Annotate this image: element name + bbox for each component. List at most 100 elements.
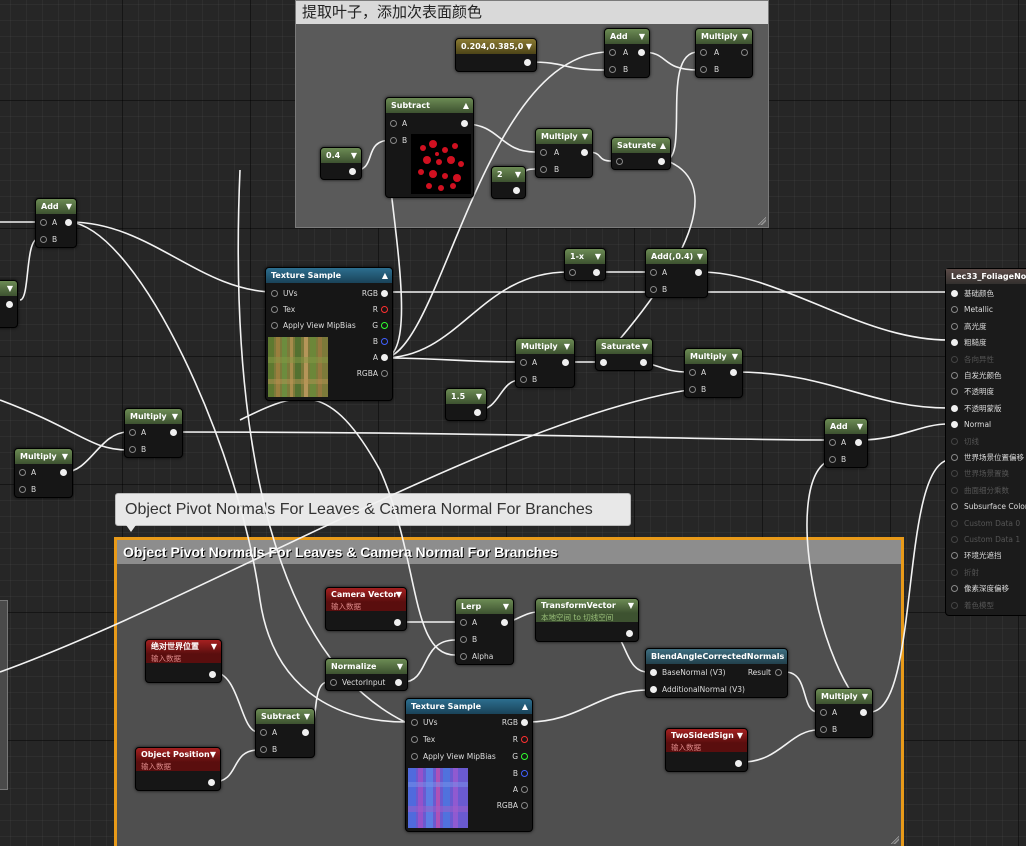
camera-vector-node[interactable]: Camera Vector ▼ 输入数据 xyxy=(325,587,407,631)
texture-sample-node-1[interactable]: Texture Sample ▲ UVs Tex Apply View MipBi… xyxy=(265,267,393,401)
node-header[interactable]: Multiply ▼ xyxy=(125,409,182,424)
material-output-node[interactable]: Lec33_FoliageNorma 基础颜色 Metallic 高光度粗糙度各向异… xyxy=(945,268,1026,616)
offscreen-node[interactable]: ▼ xyxy=(0,280,18,328)
node-header[interactable]: Subtract ▼ xyxy=(256,709,314,724)
output-pin[interactable] xyxy=(349,168,356,175)
subtract-node-bottom[interactable]: Subtract ▼ A B xyxy=(255,708,315,758)
constant-0-4-node[interactable]: 0.4 ▼ xyxy=(320,147,362,180)
material-input-row[interactable]: 各向异性 xyxy=(946,354,1026,366)
material-input-pin[interactable] xyxy=(951,437,958,445)
node-header[interactable]: Object Position ▼ xyxy=(136,748,220,762)
material-input-pin[interactable] xyxy=(951,585,958,593)
material-input-pin[interactable] xyxy=(951,552,958,560)
chevron-down-icon[interactable]: ▼ xyxy=(476,389,482,404)
material-input-row[interactable]: 不透明度 xyxy=(946,386,1026,398)
node-header[interactable]: Lerp ▼ xyxy=(456,599,513,614)
output-pin[interactable] xyxy=(501,619,508,626)
output-pin[interactable] xyxy=(461,120,468,127)
material-input-row[interactable]: 高光度 xyxy=(946,321,1026,333)
saturate-node-b[interactable]: Saturate ▼ xyxy=(595,338,653,371)
chevron-down-icon[interactable]: ▼ xyxy=(857,419,863,434)
material-input-pin[interactable] xyxy=(951,372,958,379)
add-node-top[interactable]: Add ▼ A B xyxy=(604,28,650,78)
output-pin-rgb[interactable] xyxy=(521,719,528,726)
output-pin[interactable] xyxy=(513,187,520,194)
input-pin-mipbias[interactable] xyxy=(271,322,278,329)
input-pin-b[interactable] xyxy=(820,726,827,733)
chevron-up-icon[interactable]: ▲ xyxy=(382,268,388,283)
multiply-node-mid[interactable]: Multiply ▼ A B xyxy=(535,128,593,178)
one-minus-node[interactable]: 1-x ▼ xyxy=(564,248,606,281)
input-pin-b[interactable] xyxy=(829,456,836,463)
constant-vector-node[interactable]: 0.204,0.385,0 ▼ xyxy=(455,38,537,72)
material-input-pin[interactable] xyxy=(951,339,958,347)
material-input-row[interactable]: 曲面细分乘数 xyxy=(946,485,1026,497)
input-pin-b[interactable] xyxy=(19,486,26,493)
chevron-down-icon[interactable]: ▼ xyxy=(211,640,217,654)
subtract-node-top[interactable]: Subtract ▲ A B xyxy=(385,97,474,198)
input-pin-a[interactable] xyxy=(829,439,836,446)
input-pin-b[interactable] xyxy=(650,286,657,293)
chevron-down-icon[interactable]: ▼ xyxy=(62,449,68,464)
multiply-node-a[interactable]: Multiply ▼ A B xyxy=(515,338,575,388)
output-pin[interactable] xyxy=(562,359,569,366)
output-pin-g[interactable] xyxy=(381,322,388,329)
node-header[interactable]: Multiply ▼ xyxy=(685,349,742,364)
input-pin-tex[interactable] xyxy=(271,306,278,313)
chevron-down-icon[interactable]: ▼ xyxy=(742,29,748,44)
material-input-row[interactable]: 世界场景置换 xyxy=(946,468,1026,480)
constant-1-5-node[interactable]: 1.5 ▼ xyxy=(445,388,487,421)
input-pin-a[interactable] xyxy=(260,729,267,736)
node-header[interactable]: Subtract ▲ xyxy=(386,98,473,113)
output-pin[interactable] xyxy=(695,269,702,276)
output-pin-r[interactable] xyxy=(381,306,388,313)
multiply-node-top[interactable]: Multiply ▼ A B xyxy=(695,28,753,78)
chevron-down-icon[interactable]: ▼ xyxy=(564,339,570,354)
chevron-down-icon[interactable]: ▼ xyxy=(172,409,178,424)
input-pin[interactable] xyxy=(569,269,576,276)
input-pin-b[interactable] xyxy=(520,376,527,383)
material-input-pin[interactable] xyxy=(951,454,958,461)
input-pin-tex[interactable] xyxy=(411,736,418,743)
input-pin-b[interactable] xyxy=(460,636,467,643)
material-input-pin[interactable] xyxy=(951,306,958,314)
input-pin-alpha[interactable] xyxy=(460,653,467,660)
node-header[interactable]: Add ▼ xyxy=(605,29,649,44)
output-pin[interactable] xyxy=(860,709,867,716)
input-pin-a[interactable] xyxy=(390,120,397,127)
chevron-down-icon[interactable]: ▼ xyxy=(304,709,310,724)
node-header[interactable]: 1.5 ▼ xyxy=(446,389,486,404)
node-header[interactable]: Multiply ▼ xyxy=(816,689,872,704)
chevron-down-icon[interactable]: ▼ xyxy=(396,588,402,602)
output-pin[interactable] xyxy=(855,439,862,446)
input-pin-additional-normal[interactable] xyxy=(650,686,657,693)
multiply-node-d[interactable]: Multiply ▼ A B xyxy=(14,448,73,498)
output-pin-b[interactable] xyxy=(521,770,528,777)
normalize-node[interactable]: Normalize ▼ VectorInput xyxy=(325,658,408,691)
output-pin[interactable] xyxy=(395,679,402,686)
node-header[interactable]: Normalize ▼ xyxy=(326,659,407,674)
chevron-down-icon[interactable]: ▼ xyxy=(732,349,738,364)
input-pin-a[interactable] xyxy=(129,429,136,436)
input-pin-a[interactable] xyxy=(40,219,47,226)
output-pin-result[interactable] xyxy=(775,669,782,676)
texture-sample-node-2[interactable]: Texture Sample ▲ UVs Tex Apply View MipBi… xyxy=(405,698,533,832)
lerp-node[interactable]: Lerp ▼ A B Alpha xyxy=(455,598,514,665)
node-header[interactable]: Multiply ▼ xyxy=(696,29,752,44)
multiply-node-c[interactable]: Multiply ▼ A B xyxy=(124,408,183,458)
output-pin[interactable] xyxy=(474,409,481,416)
material-input-row[interactable]: Subsurface Color xyxy=(946,501,1026,513)
output-pin[interactable] xyxy=(593,269,600,276)
blend-angle-corrected-normals-node[interactable]: BlendAngleCorrectedNormals BaseNormal (V… xyxy=(645,648,788,698)
chevron-down-icon[interactable]: ▼ xyxy=(526,39,532,54)
output-pin[interactable] xyxy=(730,369,737,376)
output-pin[interactable] xyxy=(638,49,645,56)
node-header[interactable]: Lec33_FoliageNorma xyxy=(946,269,1026,284)
chevron-up-icon[interactable]: ▲ xyxy=(463,98,469,113)
chevron-down-icon[interactable]: ▼ xyxy=(503,599,509,614)
chevron-down-icon[interactable]: ▼ xyxy=(628,599,634,613)
node-header[interactable]: 0.204,0.385,0 ▼ xyxy=(456,39,536,54)
chevron-down-icon[interactable]: ▼ xyxy=(639,29,645,44)
material-input-row[interactable]: Normal xyxy=(946,419,1026,431)
input-pin[interactable] xyxy=(616,158,623,165)
